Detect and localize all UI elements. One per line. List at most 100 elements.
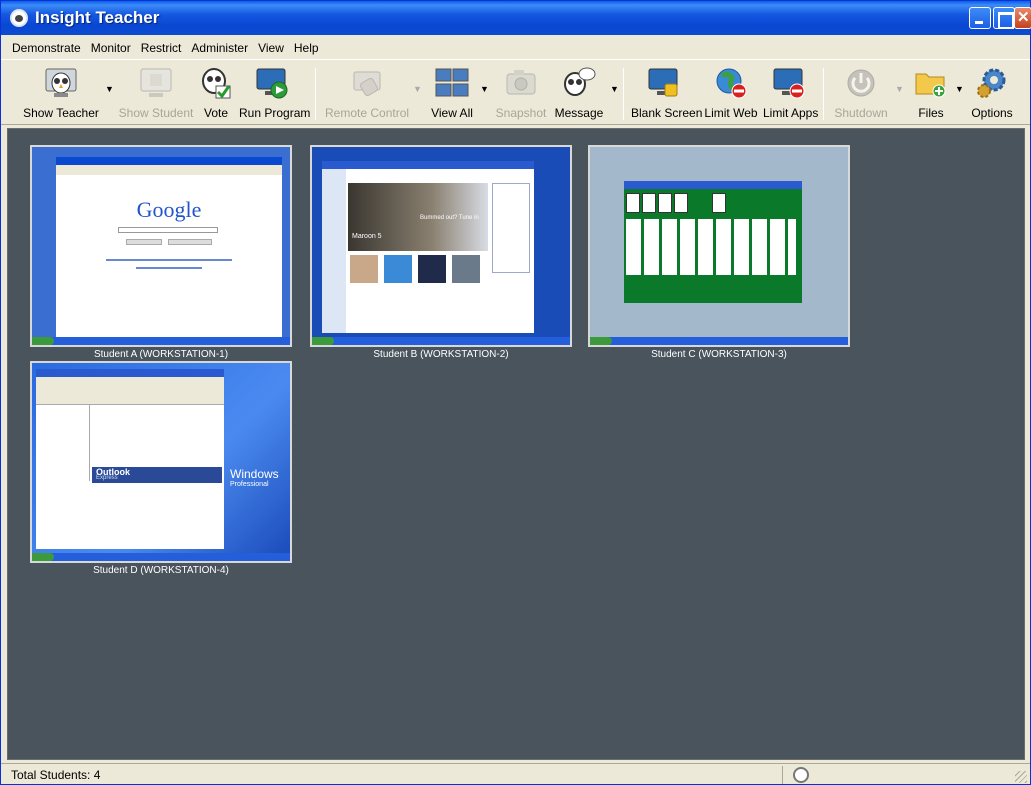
banner-subtitle: Bummed out? Tune in — [420, 215, 479, 221]
student-caption: Student A (WORKSTATION-1) — [93, 349, 229, 360]
shutdown-dropdown-icon[interactable]: ▼ — [895, 84, 904, 94]
banner-image: Maroon 5 Bummed out? Tune in — [348, 183, 488, 251]
title-bar[interactable]: Insight Teacher — [1, 1, 1031, 35]
files-folder-icon — [915, 73, 946, 98]
toolbar-separator — [623, 68, 624, 120]
shutdown-label: Shutdown — [834, 106, 888, 120]
student-thumbnail[interactable]: Student C (WORKSTATION-3) — [588, 145, 850, 360]
taskbar — [590, 337, 848, 345]
banner-title: Maroon 5 — [352, 233, 382, 240]
owl-logo-icon — [10, 9, 28, 27]
student-caption: Student D (WORKSTATION-4) — [93, 565, 229, 576]
run-program-button[interactable]: Run Program — [239, 64, 311, 124]
limit-web-label: Limit Web — [704, 106, 758, 120]
professional-word: Professional — [230, 481, 269, 488]
start-button — [312, 337, 334, 345]
side-panel — [322, 169, 346, 333]
solitaire-window — [624, 181, 802, 303]
menu-bar: Demonstrate Monitor Restrict Administer … — [1, 37, 1030, 59]
folder-pane — [36, 405, 90, 481]
limit-apps-icon — [773, 68, 805, 99]
menu-administer[interactable]: Administer — [186, 38, 253, 58]
limit-apps-label: Limit Apps — [763, 106, 819, 120]
album-thumb — [350, 255, 378, 283]
show-student-button[interactable]: Show Student — [118, 64, 194, 124]
windows-xp-logo: Windows Professional — [230, 467, 290, 488]
menu-monitor[interactable]: Monitor — [86, 38, 136, 58]
snapshot-button[interactable]: Snapshot — [493, 64, 549, 124]
blank-screen-icon — [648, 68, 678, 97]
blank-screen-button[interactable]: Blank Screen — [631, 64, 703, 124]
card — [712, 193, 726, 213]
resize-grip[interactable] — [1015, 771, 1027, 783]
student-d-screen[interactable]: Outlook Express Windows Professional — [30, 361, 292, 563]
view-all-button[interactable]: View All — [429, 64, 475, 124]
search-box — [118, 227, 218, 233]
album-thumb — [452, 255, 480, 283]
media-window: Maroon 5 Bummed out? Tune in — [322, 161, 534, 333]
minimize-button[interactable] — [969, 7, 991, 29]
browser-window: Google — [56, 157, 282, 337]
close-button[interactable] — [1014, 7, 1031, 29]
remote-control-icon — [353, 71, 381, 96]
snapshot-camera-icon — [506, 70, 536, 95]
show-student-label: Show Student — [118, 106, 194, 120]
app-window: Insight Teacher Demonstrate Monitor Rest… — [0, 0, 1031, 785]
card — [658, 193, 672, 213]
search-button — [126, 239, 162, 245]
message-dropdown-icon[interactable]: ▼ — [610, 84, 619, 94]
view-all-icon — [435, 68, 469, 97]
message-button[interactable]: Message — [553, 64, 605, 124]
start-button — [32, 337, 54, 345]
student-thumbnail[interactable]: Outlook Express Windows Professional Stu… — [30, 361, 292, 576]
snapshot-label: Snapshot — [495, 106, 547, 120]
menu-demonstrate[interactable]: Demonstrate — [7, 38, 86, 58]
limit-web-globe-icon — [716, 68, 747, 99]
outlook-toolbar — [36, 377, 224, 405]
files-label: Files — [918, 106, 944, 120]
windows-word: Windows — [230, 467, 279, 481]
view-all-dropdown-icon[interactable]: ▼ — [480, 84, 489, 94]
show-teacher-button[interactable]: Show Teacher — [19, 64, 103, 124]
shutdown-button[interactable]: Shutdown — [831, 64, 891, 124]
owl-status-icon — [793, 767, 809, 783]
limit-apps-button[interactable]: Limit Apps — [763, 64, 819, 124]
student-thumbnail[interactable]: Google Student A (WORKSTATION-1) — [30, 145, 292, 360]
card — [674, 193, 688, 213]
student-thumbnail-area: Google Student A (WORKSTATION-1) Maroon … — [7, 128, 1025, 760]
toolbar: Show Teacher ▼ Show Student Vote Run Pro… — [1, 59, 1030, 125]
links-line — [106, 259, 232, 261]
message-label: Message — [554, 106, 604, 120]
files-button[interactable]: Files — [911, 64, 951, 124]
student-thumbnail[interactable]: Maroon 5 Bummed out? Tune in Student B (… — [310, 145, 572, 360]
album-thumb — [418, 255, 446, 283]
blank-screen-label: Blank Screen — [631, 106, 703, 120]
run-program-icon — [256, 68, 288, 99]
menu-restrict[interactable]: Restrict — [136, 38, 187, 58]
files-dropdown-icon[interactable]: ▼ — [955, 84, 964, 94]
start-button — [32, 553, 54, 561]
student-caption: Student B (WORKSTATION-2) — [373, 349, 509, 360]
student-a-screen[interactable]: Google — [30, 145, 292, 347]
menu-view[interactable]: View — [253, 38, 289, 58]
taskbar — [312, 337, 570, 345]
student-b-screen[interactable]: Maroon 5 Bummed out? Tune in — [310, 145, 572, 347]
status-divider — [782, 766, 783, 784]
student-caption: Student C (WORKSTATION-3) — [651, 349, 787, 360]
window-title: Insight Teacher — [35, 8, 160, 27]
outlook-banner: Outlook Express — [92, 467, 222, 483]
limit-web-button[interactable]: Limit Web — [704, 64, 758, 124]
outlook-window: Outlook Express — [36, 369, 224, 549]
student-c-screen[interactable] — [588, 145, 850, 347]
vote-owl-icon — [202, 68, 231, 99]
remote-control-dropdown-icon[interactable]: ▼ — [413, 84, 422, 94]
show-teacher-dropdown-icon[interactable]: ▼ — [105, 84, 114, 94]
remote-control-button[interactable]: Remote Control — [325, 64, 409, 124]
maximize-button[interactable] — [993, 7, 1015, 29]
menu-help[interactable]: Help — [289, 38, 324, 58]
vote-button[interactable]: Vote — [199, 64, 233, 124]
run-program-label: Run Program — [239, 106, 311, 120]
options-button[interactable]: Options — [967, 64, 1017, 124]
message-owl-icon — [564, 67, 596, 96]
vote-label: Vote — [203, 106, 229, 120]
